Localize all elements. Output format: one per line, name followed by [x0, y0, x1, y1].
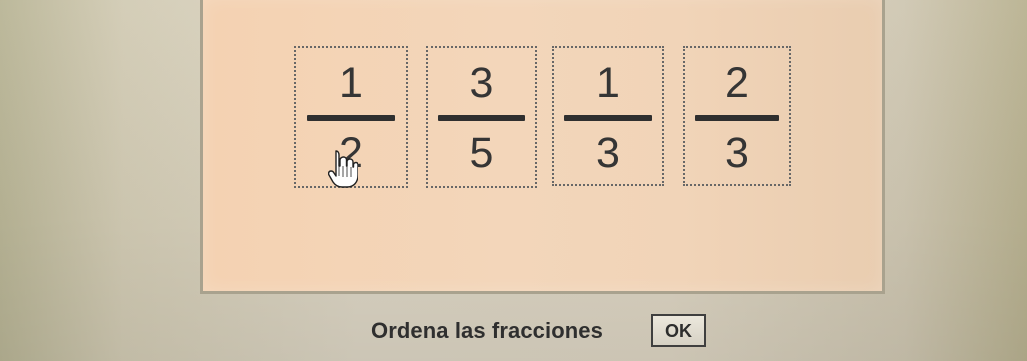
fraction-bar [695, 115, 779, 121]
fraction-denominator: 3 [725, 129, 749, 177]
fraction-numerator: 2 [725, 59, 749, 107]
fraction-card-3[interactable]: 1 3 [552, 46, 664, 186]
fraction-bar [438, 115, 525, 121]
fraction-card-1[interactable]: 1 2 [294, 46, 408, 188]
fraction-denominator: 2 [339, 129, 363, 177]
fraction-bar [564, 115, 652, 121]
fraction-denominator: 5 [469, 129, 494, 177]
fraction-numerator: 1 [596, 59, 620, 107]
ok-button[interactable]: OK [651, 314, 706, 347]
fraction-card-4[interactable]: 2 3 [683, 46, 791, 186]
fraction-numerator: 1 [339, 59, 363, 107]
fraction-bar [307, 115, 395, 121]
instruction-text: Ordena las fracciones [371, 318, 603, 343]
fraction-card-2[interactable]: 3 5 [426, 46, 537, 188]
fraction-numerator: 3 [469, 59, 494, 107]
fraction-denominator: 3 [596, 129, 620, 177]
